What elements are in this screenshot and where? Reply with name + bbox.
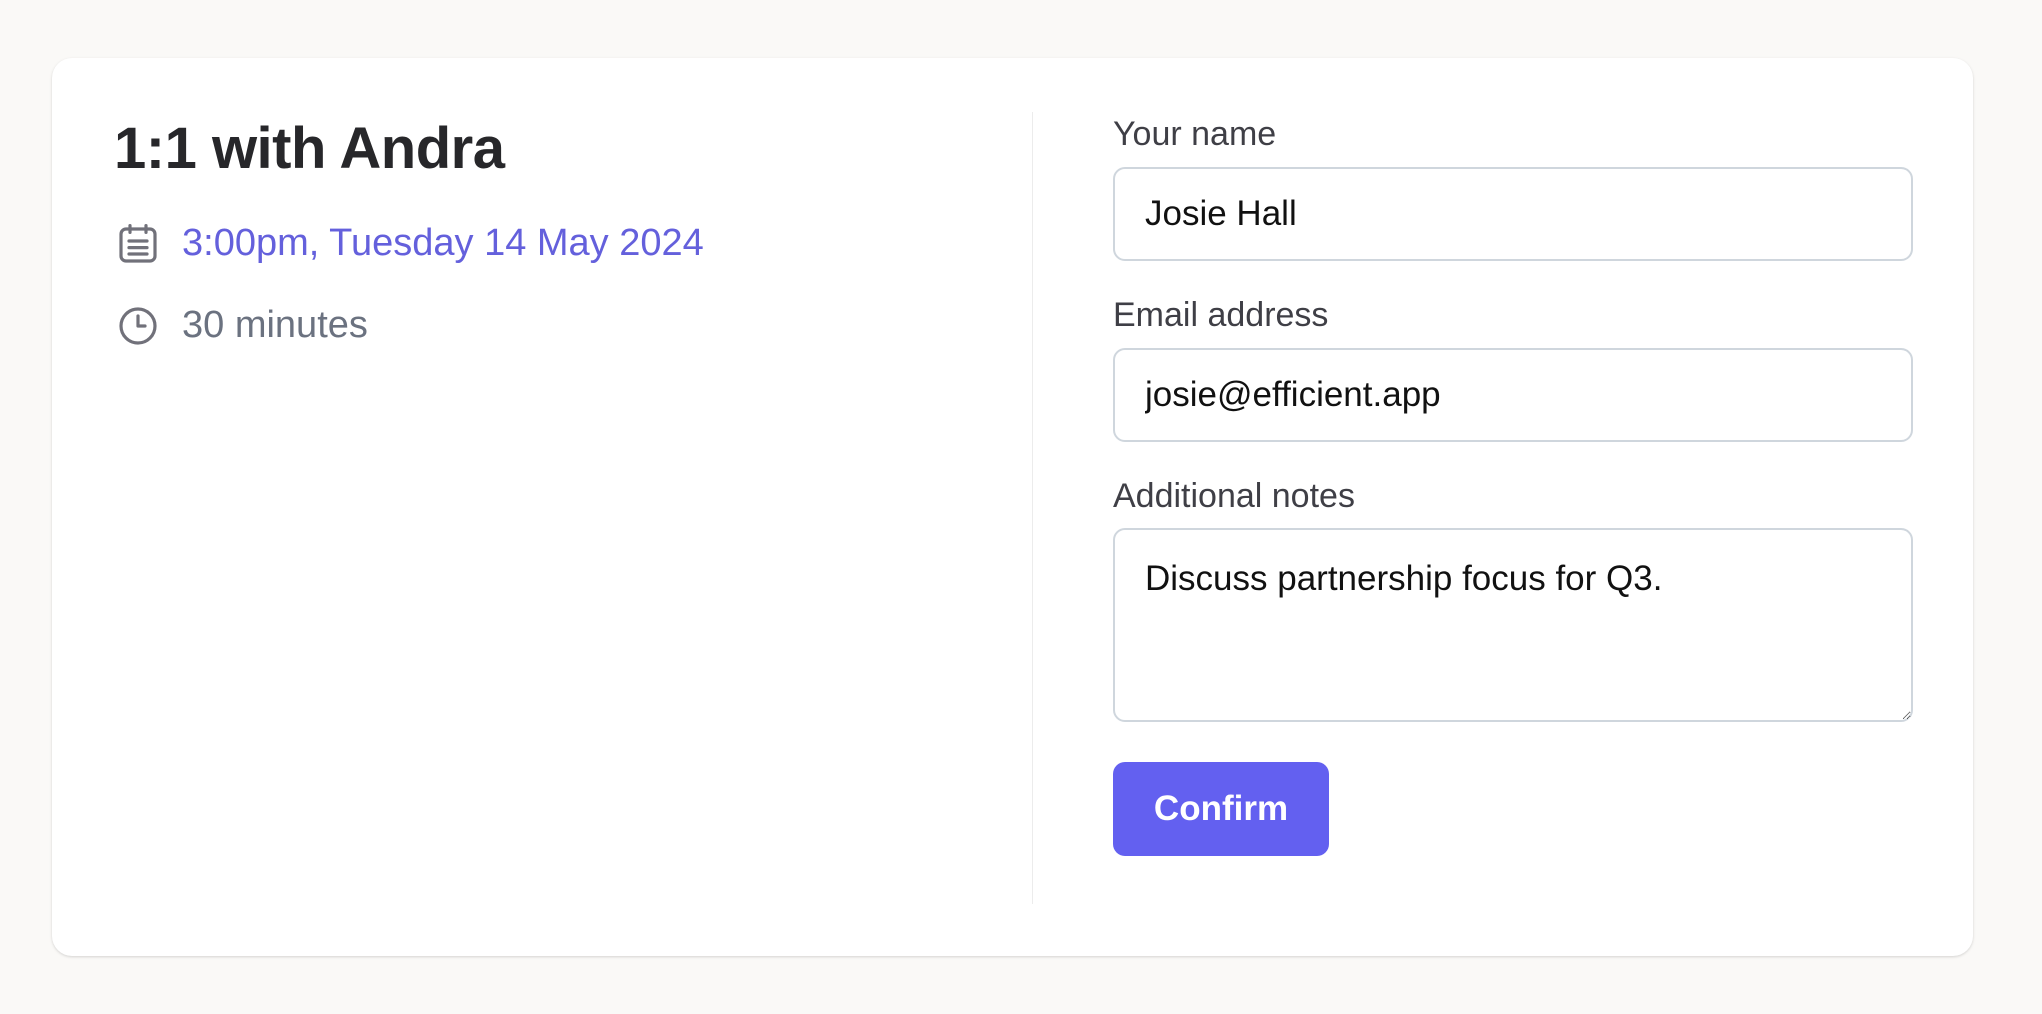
column-divider: [1032, 112, 1033, 904]
event-duration: 30 minutes: [182, 303, 368, 346]
calendar-icon: [119, 223, 157, 263]
booking-form: Your name Email address Additional notes…: [1113, 114, 1913, 857]
event-duration-row: 30 minutes: [114, 302, 974, 350]
event-details: 1:1 with Andra 3:00pm, Tuesday 14 May 20…: [114, 114, 974, 350]
email-input[interactable]: [1113, 347, 1913, 442]
notes-field-group: Additional notes Discuss partnership foc…: [1113, 476, 1913, 723]
clock-icon: [119, 306, 157, 345]
name-input[interactable]: [1113, 166, 1913, 261]
event-datetime-row: 3:00pm, Tuesday 14 May 2024: [114, 220, 974, 268]
booking-card: 1:1 with Andra 3:00pm, Tuesday 14 May 20…: [52, 58, 1973, 956]
name-field-group: Your name: [1113, 114, 1913, 261]
event-datetime: 3:00pm, Tuesday 14 May 2024: [182, 221, 704, 264]
email-label: Email address: [1113, 295, 1329, 334]
notes-textarea[interactable]: Discuss partnership focus for Q3.: [1113, 528, 1913, 723]
name-label: Your name: [1113, 115, 1277, 153]
confirm-button[interactable]: Confirm: [1113, 762, 1329, 857]
event-title: 1:1 with Andra: [114, 116, 505, 181]
email-field-group: Email address: [1113, 295, 1913, 442]
notes-label: Additional notes: [1113, 476, 1355, 515]
